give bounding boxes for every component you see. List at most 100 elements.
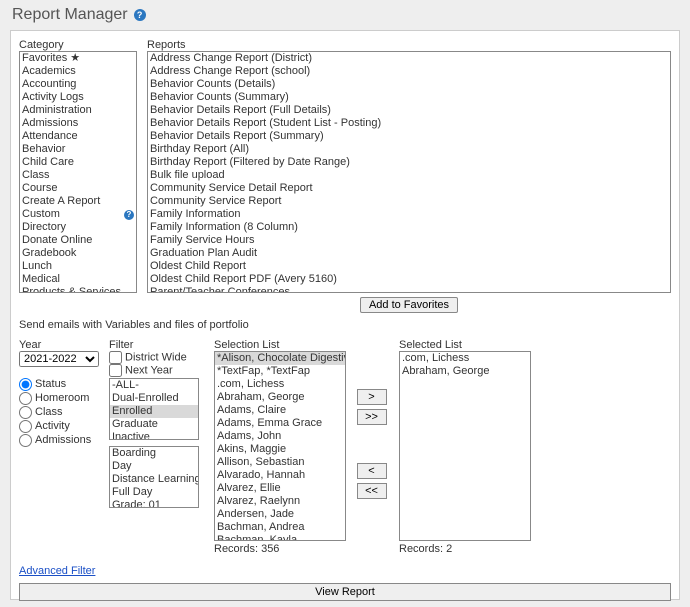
report-item[interactable]: Parent/Teacher Conferences [148,286,670,293]
filter-item[interactable]: Distance Learning [110,473,198,486]
filter-item[interactable]: Boarding [110,447,198,460]
list-item[interactable]: Alvarez, Ellie [215,482,345,495]
category-item[interactable]: Academics [20,65,136,78]
report-item[interactable]: Behavior Details Report (Student List - … [148,117,670,130]
district-wide-checkbox[interactable]: District Wide [109,351,204,364]
category-item[interactable]: Class [20,169,136,182]
radio-admissions[interactable]: Admissions [19,433,99,447]
category-item[interactable]: Products & Services [20,286,136,293]
category-item[interactable]: Activity Logs [20,91,136,104]
category-item[interactable]: Attendance [20,130,136,143]
list-item[interactable]: Andersen, Jade [215,508,345,521]
year-label: Year [19,339,99,351]
report-item[interactable]: Behavior Details Report (Full Details) [148,104,670,117]
radio-homeroom[interactable]: Homeroom [19,391,99,405]
category-item[interactable]: Custom? [20,208,136,221]
filter-item[interactable]: Grade: 01 [110,499,198,508]
add-to-favorites-button[interactable]: Add to Favorites [360,297,458,313]
report-item[interactable]: Family Information [148,208,670,221]
list-item[interactable]: Alvarez, Raelynn [215,495,345,508]
selection-list-label: Selection List [214,339,344,351]
selected-records: Records: 2 [399,543,529,555]
selected-report-subtitle: Send emails with Variables and files of … [19,319,671,331]
list-item[interactable]: *Alison, Chocolate Digestive [215,352,345,365]
list-item[interactable]: Alvarado, Hannah [215,469,345,482]
next-year-checkbox[interactable]: Next Year [109,364,204,377]
category-item[interactable]: Behavior [20,143,136,156]
filter-item[interactable]: Dual-Enrolled [110,392,198,405]
report-item[interactable]: Behavior Counts (Summary) [148,91,670,104]
selection-records: Records: 356 [214,543,344,555]
report-item[interactable]: Community Service Detail Report [148,182,670,195]
secondary-filter-list[interactable]: BoardingDayDistance LearningFull DayGrad… [109,446,199,508]
filter-item[interactable]: Full Day [110,486,198,499]
category-label: Category [19,39,137,51]
list-item[interactable]: Akins, Maggie [215,443,345,456]
report-item[interactable]: Birthday Report (All) [148,143,670,156]
report-item[interactable]: Family Information (8 Column) [148,221,670,234]
report-item[interactable]: Graduation Plan Audit [148,247,670,260]
category-item[interactable]: Admissions [20,117,136,130]
report-item[interactable]: Oldest Child Report PDF (Avery 5160) [148,273,670,286]
category-item[interactable]: Administration [20,104,136,117]
list-item[interactable]: Allison, Sebastian [215,456,345,469]
report-item[interactable]: Birthday Report (Filtered by Date Range) [148,156,670,169]
category-item[interactable]: Medical [20,273,136,286]
category-item[interactable]: Gradebook [20,247,136,260]
reports-label: Reports [147,39,671,51]
list-item[interactable]: *TextFap, *TextFap [215,365,345,378]
list-item[interactable]: .com, Lichess [400,352,530,365]
category-item[interactable]: Lunch [20,260,136,273]
report-item[interactable]: Address Change Report (District) [148,52,670,65]
grouping-radios: Status Homeroom Class Activity Admission… [19,377,99,447]
move-left-button[interactable]: < [357,463,387,479]
list-item[interactable]: .com, Lichess [215,378,345,391]
category-item[interactable]: Create A Report [20,195,136,208]
year-select[interactable]: 2021-2022 [19,351,99,367]
status-filter-list[interactable]: -ALL-Dual-EnrolledEnrolledGraduateInacti… [109,378,199,440]
report-item[interactable]: Bulk file upload [148,169,670,182]
help-icon[interactable]: ? [124,210,134,220]
category-item[interactable]: Donate Online [20,234,136,247]
selected-list-label: Selected List [399,339,529,351]
filter-label: Filter [109,339,204,351]
list-item[interactable]: Adams, John [215,430,345,443]
report-item[interactable]: Community Service Report [148,195,670,208]
reports-list[interactable]: Address Change Report (District)Address … [147,51,671,293]
move-all-left-button[interactable]: << [357,483,387,499]
list-item[interactable]: Bachman, Andrea [215,521,345,534]
move-all-right-button[interactable]: >> [357,409,387,425]
filter-item[interactable]: Day [110,460,198,473]
radio-status[interactable]: Status [19,377,99,391]
radio-class[interactable]: Class [19,405,99,419]
report-item[interactable]: Oldest Child Report [148,260,670,273]
selection-list[interactable]: *Alison, Chocolate Digestive*TextFap, *T… [214,351,346,541]
category-item[interactable]: Favorites ★ [20,52,136,65]
move-right-button[interactable]: > [357,389,387,405]
report-item[interactable]: Behavior Counts (Details) [148,78,670,91]
category-item[interactable]: Accounting [20,78,136,91]
report-item[interactable]: Family Service Hours [148,234,670,247]
page-title: Report Manager [12,6,128,24]
filter-item[interactable]: Graduate [110,418,198,431]
help-icon[interactable]: ? [134,9,146,21]
advanced-filter-link[interactable]: Advanced Filter [19,565,95,577]
list-item[interactable]: Abraham, George [215,391,345,404]
filter-item[interactable]: Inactive [110,431,198,440]
list-item[interactable]: Abraham, George [400,365,530,378]
selected-list[interactable]: .com, LichessAbraham, George [399,351,531,541]
report-item[interactable]: Behavior Details Report (Summary) [148,130,670,143]
filter-item[interactable]: -ALL- [110,379,198,392]
category-item[interactable]: Directory [20,221,136,234]
filter-item[interactable]: Enrolled [110,405,198,418]
category-list[interactable]: Favorites ★AcademicsAccountingActivity L… [19,51,137,293]
main-card: Category Favorites ★AcademicsAccountingA… [10,30,680,600]
list-item[interactable]: Bachman, Kayla [215,534,345,541]
report-item[interactable]: Address Change Report (school) [148,65,670,78]
category-item[interactable]: Child Care [20,156,136,169]
list-item[interactable]: Adams, Emma Grace [215,417,345,430]
list-item[interactable]: Adams, Claire [215,404,345,417]
category-item[interactable]: Course [20,182,136,195]
view-report-button[interactable]: View Report [19,583,671,601]
radio-activity[interactable]: Activity [19,419,99,433]
